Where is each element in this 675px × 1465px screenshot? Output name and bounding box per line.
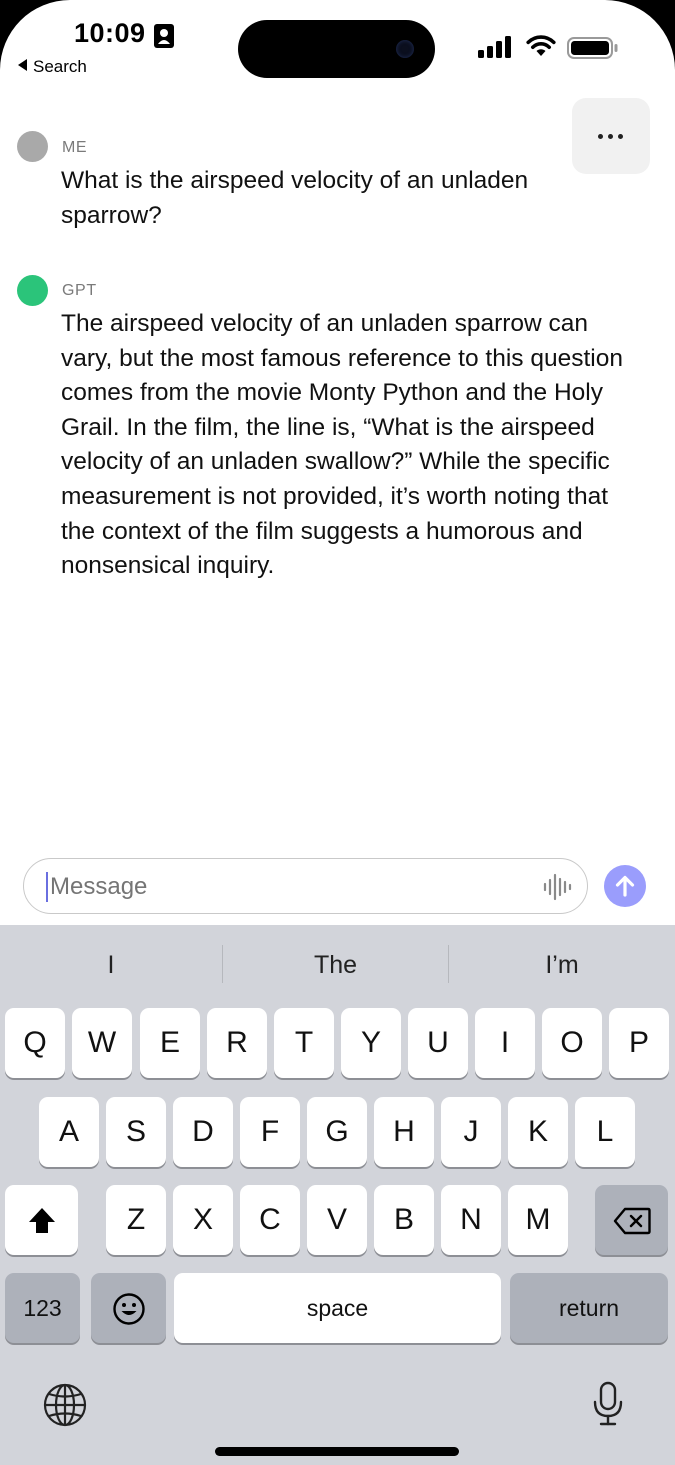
key-y[interactable]: Y: [341, 1008, 401, 1078]
send-button[interactable]: [604, 865, 646, 907]
key-z[interactable]: Z: [106, 1185, 166, 1255]
key-s[interactable]: S: [106, 1097, 166, 1167]
key-i[interactable]: I: [475, 1008, 535, 1078]
message-composer[interactable]: [23, 858, 588, 914]
more-dot-icon: [618, 134, 623, 139]
key-j[interactable]: J: [441, 1097, 501, 1167]
space-key[interactable]: space: [174, 1273, 501, 1343]
suggestion-1[interactable]: I: [0, 939, 222, 991]
camera-icon: [396, 40, 414, 58]
key-p[interactable]: P: [609, 1008, 669, 1078]
gpt-avatar: [17, 275, 48, 306]
globe-icon[interactable]: [43, 1383, 87, 1427]
key-b[interactable]: B: [374, 1185, 434, 1255]
user-avatar: [17, 131, 48, 162]
microphone-icon[interactable]: [592, 1381, 624, 1427]
back-to-search-link[interactable]: Search: [18, 57, 87, 77]
key-c[interactable]: C: [240, 1185, 300, 1255]
key-f[interactable]: F: [240, 1097, 300, 1167]
keyboard: I The I’m Q W E R T Y U I O P A S D F G …: [0, 925, 675, 1465]
arrow-up-icon: [615, 875, 635, 897]
emoji-key[interactable]: [91, 1273, 166, 1343]
message-text: What is the airspeed velocity of an unla…: [61, 167, 529, 229]
key-g[interactable]: G: [307, 1097, 367, 1167]
key-w[interactable]: W: [72, 1008, 132, 1078]
message-sender: GPT: [62, 282, 97, 299]
key-d[interactable]: D: [173, 1097, 233, 1167]
more-options-button[interactable]: [572, 98, 650, 174]
more-dot-icon: [608, 134, 613, 139]
back-label: Search: [33, 57, 87, 76]
back-arrow-icon: [18, 59, 27, 71]
message-sender: ME: [62, 139, 88, 156]
voice-waveform-icon[interactable]: [542, 871, 572, 903]
home-indicator: [215, 1447, 459, 1456]
battery-icon: [567, 37, 618, 59]
more-dot-icon: [598, 134, 603, 139]
emoji-icon: [112, 1293, 145, 1325]
key-a[interactable]: A: [39, 1097, 99, 1167]
chat-screen: 10:09 Search ME What is the airspeed vel…: [0, 0, 675, 1465]
key-x[interactable]: X: [173, 1185, 233, 1255]
key-e[interactable]: E: [140, 1008, 200, 1078]
key-m[interactable]: M: [508, 1185, 568, 1255]
numbers-key[interactable]: 123: [5, 1273, 80, 1343]
key-r[interactable]: R: [207, 1008, 267, 1078]
wifi-icon: [526, 35, 556, 56]
status-time: 10:09: [74, 18, 146, 48]
key-o[interactable]: O: [542, 1008, 602, 1078]
contact-card-icon: [154, 24, 174, 48]
message-input[interactable]: [48, 859, 522, 914]
suggestion-2[interactable]: The: [223, 939, 448, 991]
backspace-key[interactable]: [595, 1185, 668, 1255]
key-l[interactable]: L: [575, 1097, 635, 1167]
shift-arrow-icon: [28, 1208, 55, 1234]
key-q[interactable]: Q: [5, 1008, 65, 1078]
key-n[interactable]: N: [441, 1185, 501, 1255]
key-v[interactable]: V: [307, 1185, 367, 1255]
key-h[interactable]: H: [374, 1097, 434, 1167]
suggestion-3[interactable]: I’m: [449, 939, 675, 991]
message-text: The airspeed velocity of an unladen spar…: [61, 310, 623, 580]
key-k[interactable]: K: [508, 1097, 568, 1167]
cellular-signal-icon: [478, 36, 511, 58]
key-u[interactable]: U: [408, 1008, 468, 1078]
key-t[interactable]: T: [274, 1008, 334, 1078]
shift-key[interactable]: [5, 1185, 78, 1255]
delete-icon: [613, 1207, 651, 1235]
return-key[interactable]: return: [510, 1273, 668, 1343]
